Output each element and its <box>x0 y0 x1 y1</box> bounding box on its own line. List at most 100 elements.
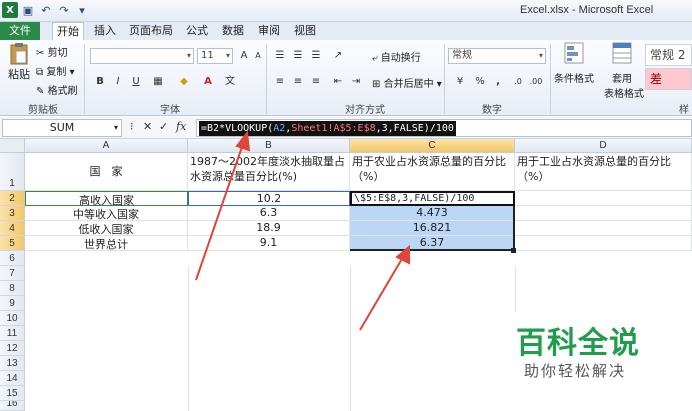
format-painter-button[interactable]: ✎ 格式刷 <box>36 82 78 97</box>
cell-b1[interactable]: 1987～2002年度淡水抽取量占水资源总量百分比(%) <box>188 153 350 191</box>
underline-button[interactable]: U <box>128 74 144 90</box>
row-header[interactable]: 8 <box>0 281 25 296</box>
italic-button[interactable]: I <box>110 74 126 90</box>
row-header[interactable]: 13 <box>0 356 25 371</box>
cell-style-normal2[interactable]: 常规 2 <box>645 44 692 66</box>
orientation-icon[interactable]: ↗ <box>330 48 346 64</box>
tab-file[interactable]: 文件 <box>0 22 40 40</box>
clipboard-icon <box>10 43 28 65</box>
watermark: 百科全说 助你轻松解决 <box>494 312 692 411</box>
cell-d5[interactable] <box>515 236 692 251</box>
row-header[interactable]: 9 <box>0 296 25 311</box>
row-header[interactable]: 11 <box>0 326 25 341</box>
row-header[interactable]: 12 <box>0 341 25 356</box>
row-header[interactable]: 1 <box>0 153 25 191</box>
increase-indent-icon[interactable]: ⇥ <box>348 74 364 90</box>
shrink-font-button[interactable]: A <box>250 48 266 64</box>
cell-b5[interactable]: 9.1 <box>188 236 350 251</box>
row-header[interactable]: 7 <box>0 266 25 281</box>
cell-c2-editing[interactable]: \$5:E$8,3,FALSE)/100 <box>350 191 515 206</box>
copy-button[interactable]: ⧉ 复制 ▾ <box>36 63 75 78</box>
cell-a4[interactable]: 低收入国家 <box>25 221 188 236</box>
conditional-format-button[interactable]: 条件格式 <box>554 42 594 85</box>
cell-b3[interactable]: 6.3 <box>188 206 350 221</box>
align-top-icon[interactable]: ☰ <box>272 48 288 64</box>
cell-c1[interactable]: 用于农业占水资源总量的百分比（%） <box>350 153 515 191</box>
cut-button[interactable]: ✂ 剪切 <box>36 44 68 59</box>
cell-c5[interactable]: 6.37 <box>350 236 515 251</box>
format-as-table-button[interactable]: 套用 表格格式 <box>604 42 644 100</box>
cell-a3[interactable]: 中等收入国家 <box>25 206 188 221</box>
tab-insert[interactable]: 插入 <box>90 22 120 40</box>
percent-button[interactable]: % <box>472 74 488 90</box>
cell-style-bad[interactable]: 差 <box>645 68 692 90</box>
phonetic-icon[interactable]: 文 <box>222 74 238 90</box>
column-header-d[interactable]: D <box>515 139 692 153</box>
decrease-decimal-icon[interactable]: .00 <box>528 74 544 90</box>
column-header-b[interactable]: B <box>188 139 350 153</box>
formula-input[interactable]: =B2*VLOOKUP(A2,Sheet1!A$5:E$8,3,FALSE)/1… <box>196 119 692 137</box>
row-header[interactable]: 14 <box>0 371 25 386</box>
fill-handle[interactable] <box>511 248 516 253</box>
tab-view[interactable]: 视图 <box>290 22 320 40</box>
cell-b2[interactable]: 10.2 <box>188 191 350 206</box>
brush-icon: ✎ <box>36 86 45 97</box>
tab-formulas[interactable]: 公式 <box>182 22 212 40</box>
tab-data[interactable]: 数据 <box>218 22 248 40</box>
cell-d1[interactable]: 用于工业占水资源总量的百分比（%） <box>515 153 692 191</box>
row-header[interactable]: 2 <box>0 191 25 206</box>
cell-a5[interactable]: 世界总计 <box>25 236 188 251</box>
select-all-corner[interactable] <box>0 139 25 153</box>
cancel-icon[interactable]: ✕ <box>143 120 152 133</box>
name-box[interactable]: SUM ▾ <box>2 119 122 137</box>
formula-text: =B2*VLOOKUP(A2,Sheet1!A$5:E$8,3,FALSE)/1… <box>199 121 456 136</box>
cell-a2[interactable]: 高收入国家 <box>25 191 188 207</box>
customize-qat-icon[interactable]: ▾ <box>74 2 90 18</box>
cell-c3[interactable]: 4.473 <box>350 206 515 221</box>
cell-c4[interactable]: 16.821 <box>350 221 515 236</box>
align-center-icon[interactable]: ≡ <box>290 74 306 90</box>
save-icon[interactable]: ▣ <box>20 2 36 18</box>
row-header[interactable]: 10 <box>0 311 25 326</box>
row-header[interactable]: 3 <box>0 206 25 221</box>
insert-function-icon[interactable]: fx <box>176 120 186 133</box>
column-header-c[interactable]: C <box>350 139 515 153</box>
cell-d3[interactable] <box>515 206 692 221</box>
decrease-indent-icon[interactable]: ⇤ <box>330 74 346 90</box>
merge-center-button[interactable]: ⊞ 合并后居中 ▾ <box>372 75 442 90</box>
row-header[interactable]: 4 <box>0 221 25 236</box>
align-left-icon[interactable]: ≡ <box>272 74 288 90</box>
excel-logo-icon[interactable]: X <box>2 2 18 18</box>
tab-home[interactable]: 开始 <box>52 22 84 40</box>
paste-button[interactable]: 粘贴 <box>6 42 32 82</box>
bold-button[interactable]: B <box>92 74 108 90</box>
enter-icon[interactable]: ✓ <box>159 120 168 133</box>
row-header[interactable]: 15 <box>0 386 25 401</box>
font-name-combo[interactable]: ▾ <box>90 48 194 64</box>
cell-d2[interactable] <box>515 191 692 206</box>
align-right-icon[interactable]: ≡ <box>308 74 324 90</box>
border-icon[interactable]: ▦ <box>150 74 166 90</box>
redo-icon[interactable]: ↷ <box>56 2 72 18</box>
tab-page-layout[interactable]: 页面布局 <box>126 22 176 40</box>
cell-a1[interactable]: 国 家 <box>25 153 188 191</box>
currency-icon[interactable]: ¥ <box>452 74 468 90</box>
more-icon: ⁝ <box>130 120 134 133</box>
wrap-text-button[interactable]: ⤶ 自动换行 <box>372 49 421 64</box>
fill-color-icon[interactable]: ◆ <box>176 74 192 90</box>
align-bottom-icon[interactable]: ☰ <box>308 48 324 64</box>
number-format-combo[interactable]: 常规 ▾ <box>448 48 546 64</box>
font-size-combo[interactable]: 11 ▾ <box>197 48 233 64</box>
tab-review[interactable]: 审阅 <box>254 22 284 40</box>
row-header[interactable]: 6 <box>0 251 25 266</box>
column-header-a[interactable]: A <box>25 139 188 153</box>
row-header[interactable]: 5 <box>0 236 25 251</box>
undo-icon[interactable]: ↶ <box>38 2 54 18</box>
comma-button[interactable]: , <box>490 74 506 90</box>
align-middle-icon[interactable]: ☰ <box>290 48 306 64</box>
increase-decimal-icon[interactable]: .0 <box>510 74 526 90</box>
cell-d4[interactable] <box>515 221 692 236</box>
row-header[interactable]: 16 <box>0 401 25 411</box>
cell-b4[interactable]: 18.9 <box>188 221 350 236</box>
font-color-icon[interactable]: A <box>200 74 216 90</box>
